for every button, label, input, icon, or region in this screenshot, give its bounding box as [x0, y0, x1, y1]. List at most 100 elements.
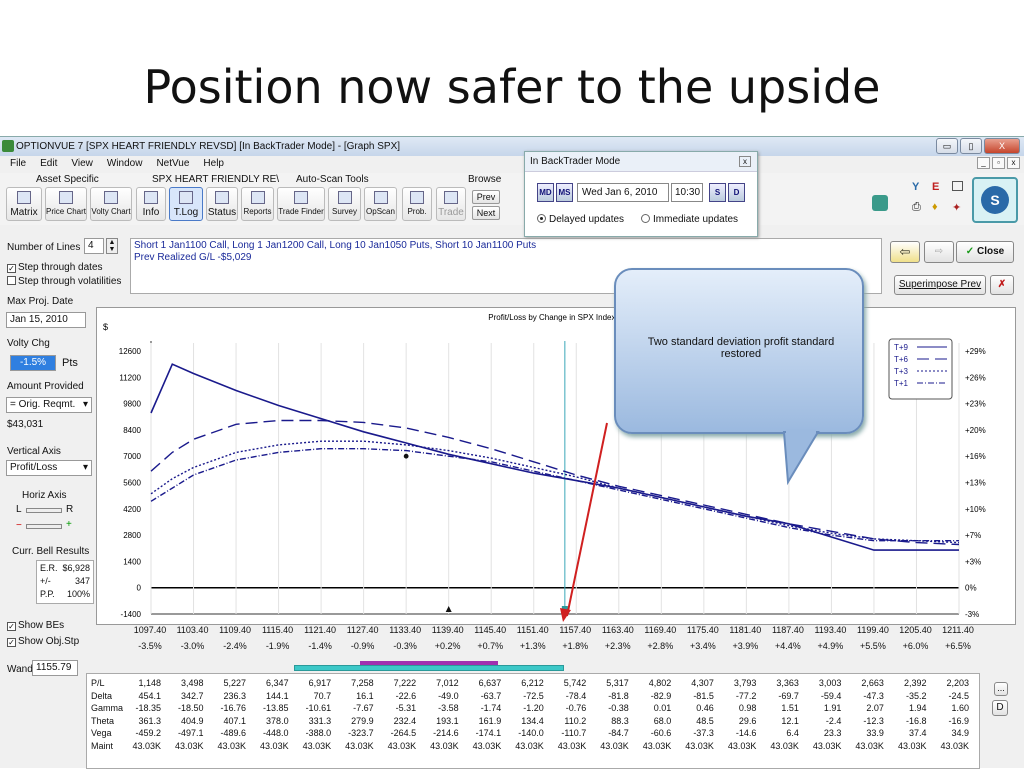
table-cell: -24.5 [948, 690, 969, 701]
table-cell: 1,148 [138, 678, 161, 688]
callout-text: Two standard deviation profit standard r… [647, 336, 835, 360]
horiz-axis-slider[interactable] [26, 508, 62, 513]
prev-step-button[interactable]: MS [556, 183, 573, 202]
backtrader-date-input[interactable]: Wed Jan 6, 2010 [577, 183, 669, 202]
table-cell: 3,793 [733, 678, 757, 688]
grid-more-button[interactable]: ... [994, 682, 1008, 696]
step-dates-checkbox[interactable]: ✓ Step through dates [7, 262, 103, 273]
number-of-lines-input[interactable]: 4 [84, 238, 104, 254]
trade-finder-button[interactable]: Trade Finder [277, 187, 325, 221]
table-cell: 1.91 [823, 703, 842, 714]
group-position: SPX HEART FRIENDLY RE\ [152, 174, 280, 185]
reports-button[interactable]: Reports [241, 187, 274, 221]
close-window-button[interactable]: X [984, 138, 1020, 154]
pp-value: 100% [66, 589, 90, 599]
step-vol-checkbox[interactable]: Step through volatilities [7, 276, 121, 287]
reports-icon [250, 191, 265, 204]
y-tick-label: 1400 [123, 557, 141, 566]
pl-chart[interactable]: Profit/Loss by Change in SPX Index Pr $12… [96, 307, 1016, 625]
prob-button[interactable]: Prob. [402, 187, 432, 221]
zoom-slider[interactable] [26, 524, 62, 529]
export-icon[interactable]: E [932, 181, 939, 193]
show-objstp-checkbox[interactable]: ✓ Show Obj.Stp [7, 636, 79, 647]
next-button[interactable]: Next [472, 206, 500, 220]
prev-button[interactable]: Prev [472, 190, 500, 204]
menu-window[interactable]: Window [105, 156, 145, 172]
maximize-button[interactable]: ▯ [960, 138, 982, 154]
table-cell: 110.2 [564, 715, 587, 726]
delayed-updates-radio[interactable]: Delayed updates [537, 214, 624, 225]
table-cell: 43.03K [685, 741, 714, 751]
tools-icon[interactable]: ✦ [952, 201, 961, 214]
show-bes-checkbox[interactable]: ✓ Show BEs [7, 620, 64, 631]
max-proj-date-input[interactable]: Jan 15, 2010 [6, 312, 86, 328]
grid-detail-button[interactable]: D [992, 700, 1008, 716]
y-tick-label: 8400 [123, 426, 141, 435]
cancel-x-icon[interactable]: ✗ [990, 275, 1014, 295]
print-icon[interactable]: ⎙ [912, 201, 921, 214]
table-cell: -13.85 [263, 703, 289, 714]
status-button[interactable]: Status [206, 187, 238, 221]
alarm-icon[interactable]: ♦ [932, 201, 938, 213]
prev-realized: Prev Realized G/L -$5,029 [134, 252, 252, 263]
table-cell: 4,802 [648, 678, 672, 688]
table-cell: -16.9 [948, 715, 969, 726]
table-cell: 2,203 [946, 678, 969, 688]
prev-day-button[interactable]: MD [537, 183, 554, 202]
volty-input[interactable]: -1.5% [10, 355, 56, 371]
table-cell: -77.2 [735, 690, 757, 701]
amount-select[interactable]: = Orig. Reqmt. [6, 397, 92, 413]
menu-netvue[interactable]: NetVue [154, 156, 191, 172]
refresh-icon[interactable] [872, 195, 888, 211]
volty-chart-button[interactable]: Volty Chart [90, 187, 132, 221]
table-cell: -0.38 [608, 703, 629, 714]
menu-edit[interactable]: Edit [38, 156, 59, 172]
status-icon [215, 191, 229, 204]
table-cell: 43.03K [600, 741, 629, 751]
y-tick-label-right: +26% [965, 373, 986, 382]
close-position-button[interactable]: ✓ Close [956, 241, 1014, 263]
table-cell: -110.7 [561, 728, 587, 739]
minimize-button[interactable]: ▭ [936, 138, 958, 154]
mdi-restore-button[interactable]: ▫ [992, 157, 1005, 169]
callout-tail [782, 429, 820, 486]
y-tick-label: 12600 [119, 347, 142, 356]
info-button[interactable]: Info [136, 187, 166, 221]
filter-icon[interactable]: Y [912, 181, 919, 193]
price-chart-button[interactable]: Price Chart [45, 187, 87, 221]
vertical-axis-select[interactable]: Profit/Loss [6, 460, 92, 476]
backtrader-time-input[interactable]: 10:30 [671, 183, 703, 202]
optionvue-logo-button[interactable]: S [972, 177, 1018, 223]
next-step-button[interactable]: S [709, 183, 726, 202]
survey-button[interactable]: Survey [328, 187, 361, 221]
table-cell: 43.03K [515, 741, 544, 751]
table-cell: 43.03K [557, 741, 587, 751]
zoom-plus[interactable]: + [66, 519, 72, 530]
table-cell: 361.3 [138, 715, 161, 726]
table-cell: 43.03K [217, 741, 247, 751]
table-cell: 43.03K [260, 741, 289, 751]
table-cell: 5,317 [606, 678, 629, 688]
superimpose-prev-button[interactable]: Superimpose Prev [894, 275, 986, 295]
wand-input[interactable]: 1155.79 [32, 660, 78, 676]
opscan-button[interactable]: OpScan [364, 187, 397, 221]
mdi-minimize-button[interactable]: _ [977, 157, 990, 169]
number-of-lines-spinner[interactable]: ▲ ▼ [106, 238, 118, 254]
menu-view[interactable]: View [69, 156, 95, 172]
table-cell: -497.1 [177, 728, 204, 739]
zoom-minus[interactable]: − [16, 520, 22, 531]
tlog-button[interactable]: T.Log [169, 187, 203, 221]
menu-help[interactable]: Help [201, 156, 226, 172]
forward-arrow-button[interactable]: ⇨ [924, 241, 954, 263]
table-cell: 6,917 [308, 678, 332, 688]
matrix-button[interactable]: Matrix [6, 187, 42, 221]
backtrader-close-button[interactable]: x [739, 156, 751, 167]
mdi-close-button[interactable]: x [1007, 157, 1020, 169]
immediate-updates-radio[interactable]: Immediate updates [641, 214, 738, 225]
back-arrow-button[interactable]: ⇦ [890, 241, 920, 263]
menu-file[interactable]: File [8, 156, 28, 172]
next-day-button[interactable]: D [728, 183, 745, 202]
trade-button[interactable]: Trade [436, 187, 466, 221]
notes-icon[interactable] [952, 181, 963, 191]
bell-label: Curr. Bell Results [12, 546, 90, 557]
